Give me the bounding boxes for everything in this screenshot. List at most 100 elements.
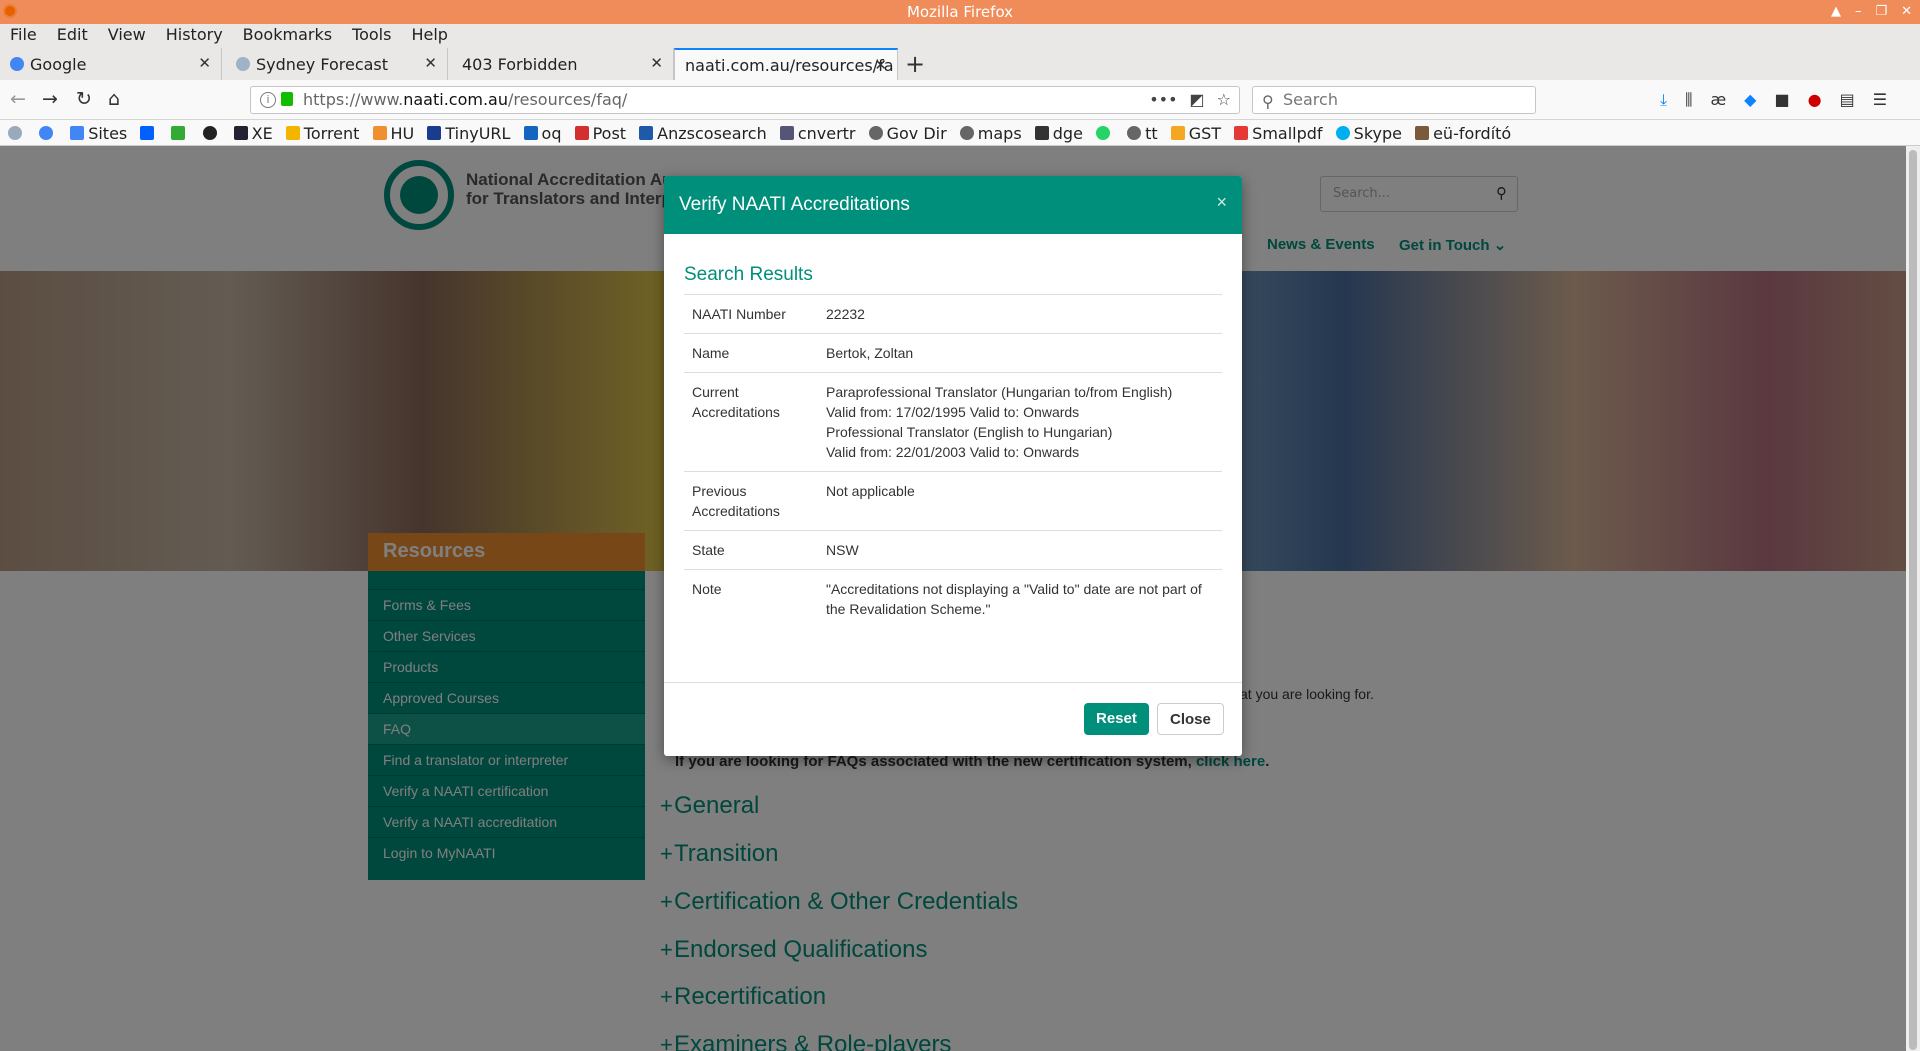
bookmark-hu[interactable]: HU bbox=[372, 120, 414, 145]
window-titlebar: Mozilla Firefox ▲ – ❐ ✕ bbox=[0, 0, 1920, 24]
result-label: Note bbox=[692, 581, 722, 597]
result-value: Paraprofessional Translator (Hungarian t… bbox=[826, 373, 1222, 471]
search-bar[interactable]: ⚲ Search bbox=[1252, 86, 1536, 114]
bookmark-misc[interactable] bbox=[202, 120, 221, 145]
info-icon[interactable]: i bbox=[260, 92, 276, 108]
bookmark-smallpdf[interactable]: Smallpdf bbox=[1234, 120, 1323, 145]
globe-icon bbox=[236, 57, 250, 71]
menu-bookmarks[interactable]: Bookmarks bbox=[243, 24, 332, 46]
bookmark-tinyurl[interactable]: TinyURL bbox=[427, 120, 510, 145]
toolbar-icons: ⤓ ⫼ æ ◆ ■ ● ▤ ☰ bbox=[1660, 90, 1887, 110]
result-label: State bbox=[692, 542, 725, 558]
bookmark-xe[interactable]: XE bbox=[233, 120, 273, 145]
result-row: State NSW bbox=[684, 531, 1222, 570]
hamburger-menu-icon[interactable]: ☰ bbox=[1873, 90, 1887, 110]
modal-body: Search Results NAATI Number 22232 Name Bert… bbox=[664, 234, 1242, 638]
new-tab-icon[interactable]: + bbox=[905, 50, 925, 78]
result-value-line: Not applicable bbox=[826, 483, 915, 499]
menu-help[interactable]: Help bbox=[411, 24, 447, 46]
modal-header: Verify NAATI Accreditations × bbox=[664, 176, 1242, 234]
result-value-line: Valid from: 22/01/2003 Valid to: Onwards bbox=[826, 444, 1080, 460]
library-icon[interactable]: ⫼ bbox=[1685, 90, 1692, 110]
lock-icon bbox=[281, 92, 293, 106]
result-value: Not applicable bbox=[826, 472, 1222, 530]
ae-icon[interactable]: æ bbox=[1710, 90, 1726, 110]
pocket-icon[interactable]: ◩ bbox=[1190, 87, 1205, 113]
url-actions: ••• ◩ ☆ bbox=[1149, 87, 1231, 113]
tab-label: Google bbox=[30, 54, 87, 74]
close-tab-icon[interactable]: ✕ bbox=[874, 56, 887, 74]
result-label: Current Accreditations bbox=[692, 384, 780, 420]
star-icon[interactable]: ☆ bbox=[1217, 87, 1231, 113]
bookmark-torrent[interactable]: Torrent bbox=[285, 120, 359, 145]
tab-label: 403 Forbidden bbox=[462, 54, 578, 74]
back-icon[interactable]: ← bbox=[10, 88, 26, 110]
bookmark-dge[interactable]: dge bbox=[1034, 120, 1083, 145]
bookmark-tt[interactable]: tt bbox=[1127, 120, 1158, 145]
bookmark-chart[interactable] bbox=[171, 120, 189, 145]
result-value-line: NSW bbox=[826, 542, 859, 558]
bookmark-anzscosearch[interactable]: Anzscosearch bbox=[639, 120, 767, 145]
bookmark-gov-dir[interactable]: Gov Dir bbox=[868, 120, 947, 145]
bookmark-gst[interactable]: GST bbox=[1170, 120, 1221, 145]
menu-tools[interactable]: Tools bbox=[352, 24, 391, 46]
close-button[interactable]: Close bbox=[1157, 703, 1224, 735]
page-actions-icon[interactable]: ••• bbox=[1149, 87, 1177, 113]
forward-icon[interactable]: → bbox=[42, 88, 58, 110]
result-value-line: 22232 bbox=[826, 306, 865, 322]
menu-edit[interactable]: Edit bbox=[57, 24, 88, 46]
bookmark-oq[interactable]: oq bbox=[523, 120, 561, 145]
result-value: NSW bbox=[826, 531, 1222, 569]
reload-icon[interactable]: ↻ bbox=[76, 88, 92, 110]
maximize-up-icon[interactable]: ▲ bbox=[1831, 0, 1841, 24]
tab-sydney-forecast[interactable]: Sydney Forecast ✕ bbox=[226, 48, 448, 80]
bookmark-google[interactable] bbox=[39, 120, 57, 145]
firefox-icon bbox=[3, 4, 17, 18]
results-table: NAATI Number 22232 Name Bertok, Zoltan Curre… bbox=[684, 295, 1222, 628]
modal-footer: Reset Close bbox=[664, 682, 1242, 756]
reset-button[interactable]: Reset bbox=[1084, 703, 1149, 735]
download-icon[interactable]: ⤓ bbox=[1660, 90, 1667, 110]
result-row: Previous Accreditations Not applicable bbox=[684, 472, 1222, 531]
bookmark-post[interactable]: Post bbox=[574, 120, 626, 145]
bookmark-cnvertr[interactable]: cnvertr bbox=[779, 120, 856, 145]
extension-dark-icon[interactable]: ■ bbox=[1774, 90, 1789, 110]
bookmarks-toolbar: Sites XE Torrent HU TinyURL oq Post Anzs… bbox=[0, 120, 1920, 146]
result-value-line: Valid from: 17/02/1995 Valid to: Onwards bbox=[826, 404, 1080, 420]
bookmark-maps[interactable]: maps bbox=[959, 120, 1022, 145]
close-tab-icon[interactable]: ✕ bbox=[198, 54, 211, 72]
result-row: Current Accreditations Paraprofessional T… bbox=[684, 373, 1222, 472]
bookmark-icon-only[interactable] bbox=[8, 120, 26, 145]
adblock-icon[interactable]: ● bbox=[1808, 90, 1822, 110]
home-icon[interactable]: ⌂ bbox=[108, 88, 120, 110]
menu-history[interactable]: History bbox=[166, 24, 223, 46]
close-tab-icon[interactable]: ✕ bbox=[424, 54, 437, 72]
sidebar-icon[interactable]: ▤ bbox=[1840, 90, 1855, 110]
window-controls: ▲ – ❐ ✕ bbox=[1831, 0, 1912, 24]
bookmark-sites[interactable]: Sites bbox=[70, 120, 127, 145]
bookmark-dropbox[interactable] bbox=[140, 120, 158, 145]
minimize-icon[interactable]: – bbox=[1855, 0, 1862, 24]
bookmark-skype[interactable]: Skype bbox=[1335, 120, 1402, 145]
scrollbar-thumb[interactable] bbox=[1909, 150, 1917, 1050]
tab-403-forbidden[interactable]: 403 Forbidden ✕ bbox=[452, 48, 674, 80]
bookmark-whatsapp[interactable] bbox=[1096, 120, 1114, 145]
tab-google[interactable]: Google ✕ bbox=[0, 48, 222, 80]
url-path: /resources/faq/ bbox=[508, 90, 628, 109]
menu-bar: File Edit View History Bookmarks Tools Help bbox=[0, 24, 1920, 46]
result-value: Bertok, Zoltan bbox=[826, 334, 1222, 372]
extension-icon[interactable]: ◆ bbox=[1744, 90, 1756, 110]
bookmark-eu-fordito[interactable]: eü-fordító bbox=[1415, 120, 1511, 145]
tab-naati[interactable]: naati.com.au/resources/fa ✕ bbox=[674, 48, 898, 80]
restore-icon[interactable]: ❐ bbox=[1875, 0, 1887, 24]
close-tab-icon[interactable]: ✕ bbox=[650, 54, 663, 72]
close-icon[interactable]: × bbox=[1216, 192, 1227, 213]
url-bar[interactable]: i https://www.naati.com.au/resources/faq… bbox=[250, 86, 1240, 114]
menu-file[interactable]: File bbox=[10, 24, 37, 46]
close-window-icon[interactable]: ✕ bbox=[1901, 0, 1912, 24]
menu-view[interactable]: View bbox=[108, 24, 146, 46]
page-scrollbar[interactable] bbox=[1906, 146, 1920, 1051]
result-value: "Accreditations not displaying a "Valid … bbox=[826, 570, 1222, 628]
result-row: Note "Accreditations not displaying a "Va… bbox=[684, 570, 1222, 628]
verify-accreditations-modal: Verify NAATI Accreditations × Search Res… bbox=[664, 176, 1242, 756]
